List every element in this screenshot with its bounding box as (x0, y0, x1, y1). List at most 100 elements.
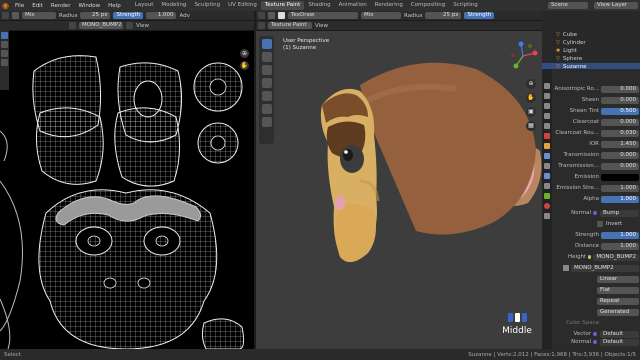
prop-ior[interactable]: IOR 1.450 (553, 140, 639, 148)
uv-layout-canvas[interactable] (0, 31, 254, 349)
strength-field-label[interactable]: Strength (113, 12, 144, 19)
uv-view-menu[interactable]: View (136, 23, 149, 29)
material-tab-icon[interactable] (544, 203, 550, 209)
clone-tool-icon[interactable] (261, 78, 272, 88)
close-icon[interactable] (126, 22, 133, 29)
tab-uv-editing[interactable]: UV Editing (224, 1, 261, 10)
tab-modeling[interactable]: Modeling (157, 1, 190, 10)
texture-tab-icon[interactable] (544, 213, 550, 219)
prop-clearcoat[interactable]: Clearcoat 0.000 (553, 118, 639, 126)
prop-vector[interactable]: Vector Default (553, 330, 639, 338)
menu-window[interactable]: Window (74, 3, 104, 9)
tab-sculpting[interactable]: Sculpting (190, 1, 224, 10)
prop-emission-strength[interactable]: Emission Stre... 1.000 (553, 184, 639, 192)
prop-interpolation[interactable]: Linear (553, 275, 639, 283)
physics-tab-icon[interactable] (544, 173, 550, 179)
vp-blend-mode-select[interactable]: Mix (361, 12, 401, 19)
tab-compositing[interactable]: Compositing (407, 1, 449, 10)
prop-transmission[interactable]: Transmission 0.000 (553, 151, 639, 159)
view-layer-selector[interactable]: View Layer (594, 2, 638, 9)
brush-thumbnail-icon[interactable] (278, 12, 285, 19)
zoom-icon[interactable]: ⊕ (240, 49, 249, 58)
draw-tool-icon[interactable] (1, 32, 8, 39)
editor-type-icon[interactable] (258, 12, 265, 19)
mode-icon[interactable] (258, 22, 265, 29)
prop-extension[interactable]: Repeat (553, 297, 639, 305)
strength-field[interactable]: 1.000 (146, 12, 177, 19)
prop-transmission-roughness[interactable]: Transmission... 0.000 (553, 162, 639, 170)
prop-color-space[interactable]: Color Space (553, 319, 639, 327)
prop-image-texture[interactable]: MONO_BUMP2 (553, 264, 639, 272)
fill-tool-icon[interactable] (261, 91, 272, 101)
smear-tool-icon[interactable] (261, 65, 272, 75)
tab-shading[interactable]: Shading (304, 1, 334, 10)
prop-normal[interactable]: Normal Bump (553, 209, 639, 217)
prop-alpha[interactable]: Alpha 1.000 (553, 195, 639, 203)
render-tab-icon[interactable] (544, 93, 550, 99)
invert-checkbox[interactable] (597, 221, 603, 227)
prop-projection[interactable]: Flat (553, 286, 639, 294)
vp-radius-field[interactable]: 25 px (425, 12, 462, 19)
vp-strength-label[interactable]: Strength (464, 12, 495, 19)
tab-texture-paint[interactable]: Texture Paint (260, 1, 305, 10)
mask-tool-icon[interactable] (261, 104, 272, 114)
tab-animation[interactable]: Animation (335, 1, 371, 10)
pan-hand-icon[interactable]: ✋ (240, 61, 249, 70)
suzanne-model[interactable] (256, 31, 542, 349)
menu-edit[interactable]: Edit (28, 3, 47, 9)
image-icon[interactable] (69, 22, 76, 29)
view-layer-tab-icon[interactable] (544, 113, 550, 119)
tab-scripting[interactable]: Scripting (449, 1, 481, 10)
prop-sheen-tint[interactable]: Sheen Tint 0.500 (553, 107, 639, 115)
scene-selector[interactable]: Scene (548, 2, 588, 9)
soften-tool-icon[interactable] (261, 52, 272, 62)
image-name-field[interactable]: MONO_BUMP2 (79, 22, 123, 29)
prop-source[interactable]: Generated (553, 308, 639, 316)
camera-view-icon[interactable]: ▣ (526, 107, 536, 117)
emission-color-swatch[interactable] (601, 173, 639, 181)
outliner-item[interactable]: ▽ Sphere (542, 55, 640, 63)
menu-file[interactable]: File (11, 3, 28, 9)
outliner-item[interactable]: ✱ Light (542, 47, 640, 55)
prop-sheen[interactable]: Sheen 0.000 (553, 96, 639, 104)
mode-select[interactable]: Texture Paint (268, 22, 312, 29)
blend-mode-select[interactable]: Mix (22, 12, 56, 19)
uv-image-editor[interactable]: Mix Radius 25 px Strength 1.000 Adv MONO… (0, 11, 254, 349)
ortho-toggle-icon[interactable]: ▦ (526, 121, 536, 131)
brush-select[interactable]: TexDraw (288, 12, 358, 19)
draw-tool-icon[interactable] (261, 39, 272, 49)
prop-anisotropic-rotation[interactable]: Anisotropic Ro... 0.000 (553, 85, 639, 93)
object-tab-icon[interactable] (544, 143, 550, 149)
menu-render[interactable]: Render (47, 3, 75, 9)
prop-height[interactable]: Height MONO_BUMP2 (553, 253, 639, 261)
vp-view-menu[interactable]: View (315, 23, 328, 29)
prop-invert[interactable]: Invert (553, 220, 639, 228)
scene-tab-icon[interactable] (544, 123, 550, 129)
brush-icon[interactable] (268, 12, 275, 19)
annotate-tool-icon[interactable] (261, 117, 272, 127)
smear-tool-icon[interactable] (1, 50, 8, 57)
axis-gizmo-icon[interactable] (508, 41, 538, 71)
output-tab-icon[interactable] (544, 103, 550, 109)
clone-tool-icon[interactable] (1, 59, 8, 66)
menu-help[interactable]: Help (104, 3, 125, 9)
outliner-item[interactable]: ▽ Cube (542, 31, 640, 39)
soften-tool-icon[interactable] (1, 41, 8, 48)
modifier-tab-icon[interactable] (544, 153, 550, 159)
vp-zoom-icon[interactable]: ⊕ (526, 79, 536, 89)
3d-viewport[interactable]: TexDraw Mix Radius 25 px Strength Textur… (256, 11, 542, 349)
prop-bump-strength[interactable]: Strength 1.000 (553, 231, 639, 239)
tool-tab-icon[interactable] (544, 83, 550, 89)
particles-tab-icon[interactable] (544, 163, 550, 169)
prop-emission[interactable]: Emission (553, 173, 639, 181)
world-tab-icon[interactable] (544, 133, 550, 139)
tab-rendering[interactable]: Rendering (371, 1, 407, 10)
vp-pan-icon[interactable]: ✋ (526, 93, 536, 103)
prop-bump-distance[interactable]: Distance 1.000 (553, 242, 639, 250)
blender-logo-icon[interactable]: ◉ (0, 0, 11, 11)
data-tab-icon[interactable] (544, 193, 550, 199)
editor-type-icon[interactable] (2, 12, 9, 19)
tab-layout[interactable]: Layout (131, 1, 158, 10)
prop-normal-input[interactable]: Normal Default (553, 338, 639, 346)
prop-clearcoat-roughness[interactable]: Clearcoat Rou... 0.030 (553, 129, 639, 137)
